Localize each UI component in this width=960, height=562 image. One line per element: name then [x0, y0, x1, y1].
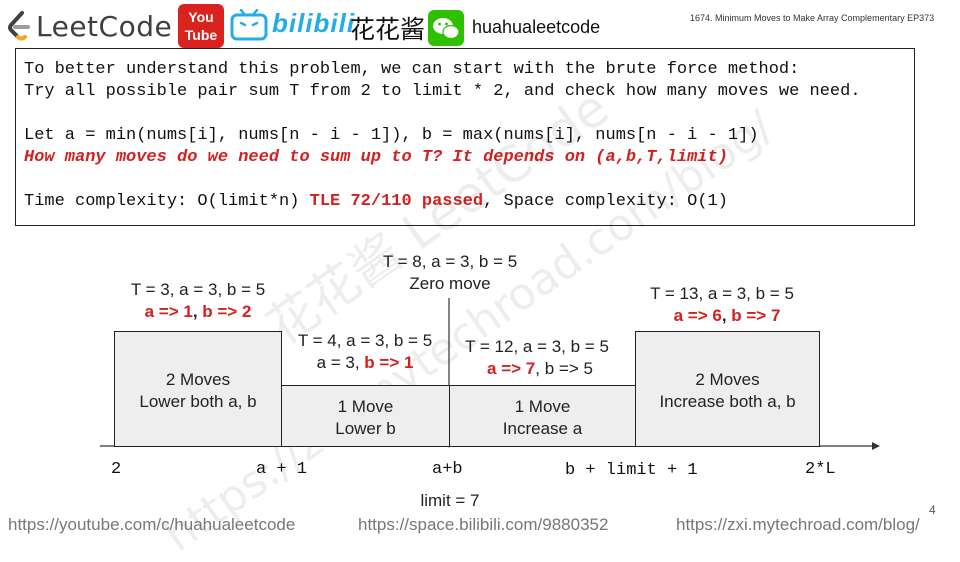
x-axis-arrow	[872, 442, 880, 450]
left-case-a-change: a => 1	[144, 302, 193, 321]
left-case-sep: ,	[192, 302, 203, 321]
box1-label: 2 Moves Lower both a, b	[139, 370, 257, 411]
right-case-b-change: b => 7	[731, 306, 781, 325]
mid-right-case-changes: a => 7, b => 5	[440, 358, 640, 380]
mid-left-case-changes: a = 3, b => 1	[265, 352, 465, 374]
axis-label-b-limit-1: b + limit + 1	[565, 461, 698, 480]
mid-left-b-change: b => 1	[364, 353, 414, 372]
left-case-values: T = 3, a = 3, b = 5	[130, 280, 266, 299]
mid-left-case-values: T = 4, a = 3, b = 5	[297, 331, 433, 350]
zero-move-case-values: T = 8, a = 3, b = 5	[382, 252, 518, 271]
footer-blog-link[interactable]: https://zxi.mytechroad.com/blog/	[676, 515, 920, 535]
footer-youtube-link[interactable]: https://youtube.com/c/huahualeetcode	[8, 515, 295, 535]
left-case-changes: a => 1, b => 2	[98, 301, 298, 323]
right-case-changes: a => 6, b => 7	[627, 305, 827, 327]
zero-move-case-label: Zero move	[409, 274, 491, 293]
mid-right-b: , b => 5	[535, 359, 593, 378]
axis-label-a-plus-b: a+b	[432, 460, 463, 479]
axis-label-a-plus-1: a + 1	[256, 460, 308, 479]
footer-bilibili-link[interactable]: https://space.bilibili.com/9880352	[358, 515, 608, 535]
box4-label: 2 Moves Increase both a, b	[659, 370, 796, 411]
mid-right-case-values: T = 12, a = 3, b = 5	[465, 337, 609, 356]
right-case-sep: ,	[721, 306, 732, 325]
right-case-a-change: a => 6	[673, 306, 722, 325]
axis-label-2L: 2*L	[805, 460, 836, 479]
axis-label-2: 2	[111, 460, 122, 479]
box3-label: 1 Move Increase a	[502, 397, 583, 438]
limit-note: limit = 7	[420, 491, 480, 510]
mid-left-a: a = 3,	[316, 353, 365, 372]
right-case-values: T = 13, a = 3, b = 5	[650, 284, 794, 303]
mid-right-a-change: a => 7	[487, 359, 536, 378]
left-case-b-change: b => 2	[202, 302, 252, 321]
page-number: 4	[929, 503, 936, 517]
box2-label: 1 Move Lower b	[335, 397, 396, 438]
